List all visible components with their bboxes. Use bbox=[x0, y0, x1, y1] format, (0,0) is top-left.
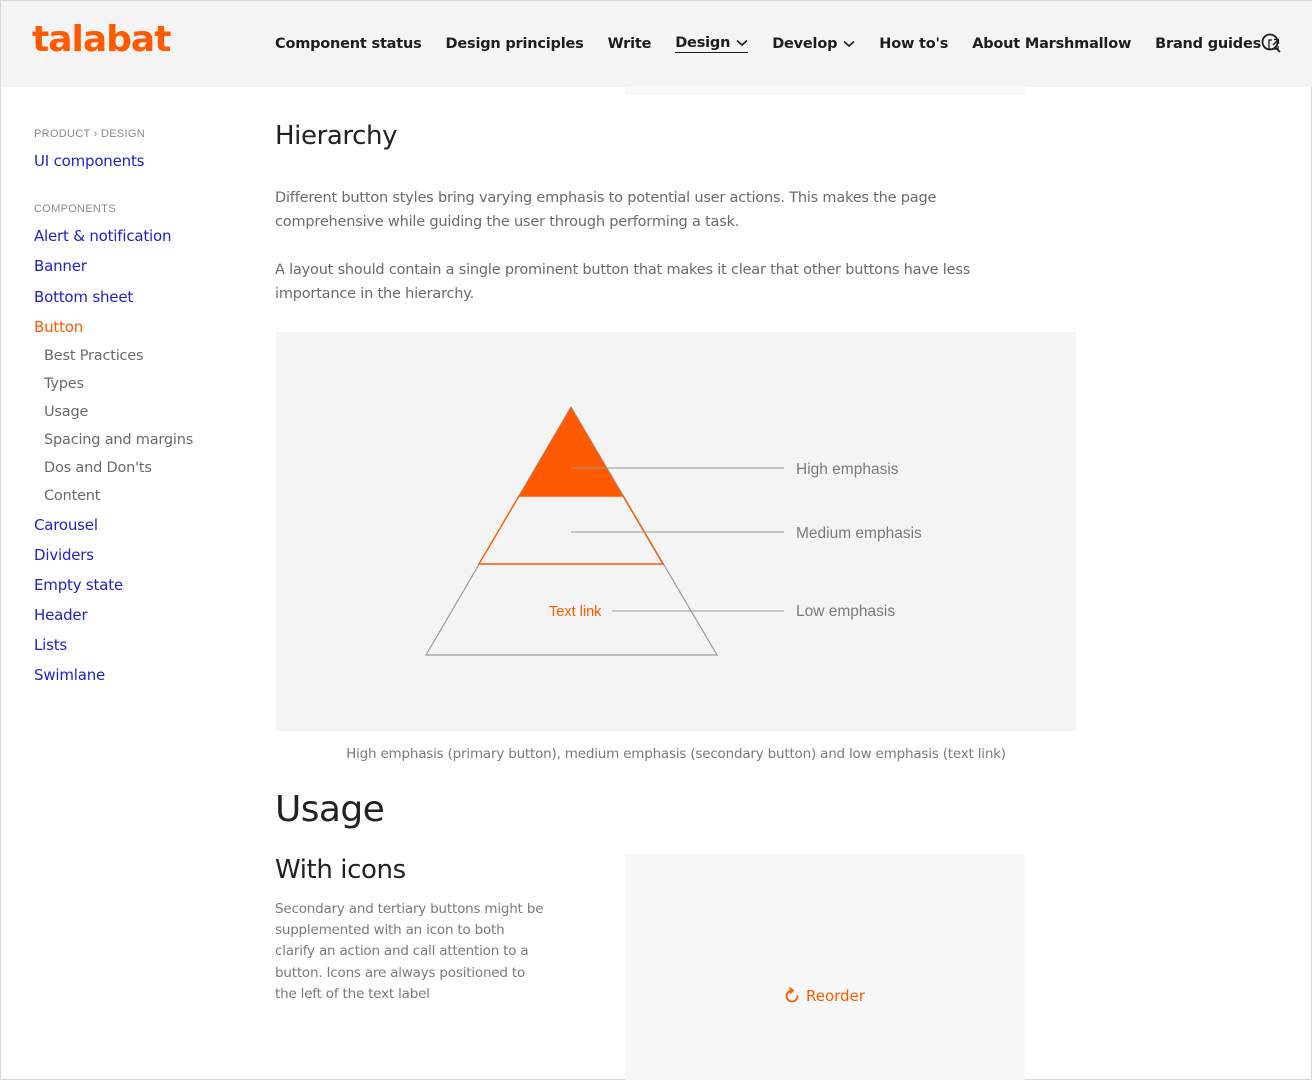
sidebar-item-lists[interactable]: Lists bbox=[34, 636, 67, 654]
label-medium-emphasis: Medium emphasis bbox=[796, 525, 922, 542]
hierarchy-paragraph-2: A layout should contain a single promine… bbox=[275, 262, 971, 302]
nav-label: Develop bbox=[772, 36, 838, 52]
sidebar-item-banner[interactable]: Banner bbox=[34, 257, 87, 275]
sidebar-item-dividers[interactable]: Dividers bbox=[34, 546, 94, 564]
search-icon bbox=[1261, 33, 1281, 53]
main-nav: Component status Design principles Write… bbox=[275, 33, 1304, 55]
talabat-logo[interactable]: talabat bbox=[32, 19, 171, 60]
sidebar-link-ui-components[interactable]: UI components bbox=[34, 152, 144, 170]
nav-component-status[interactable]: Component status bbox=[275, 36, 422, 52]
nav-label: Design principles bbox=[445, 36, 584, 52]
subsection-title-with-icons: With icons bbox=[275, 855, 406, 885]
nav-how-tos[interactable]: How to's bbox=[879, 36, 948, 52]
pyramid-high-tier bbox=[519, 407, 623, 496]
sidebar-subitem-spacing-margins[interactable]: Spacing and margins bbox=[34, 426, 193, 454]
sidebar-item-alert-notification[interactable]: Alert & notification bbox=[34, 227, 171, 245]
nav-label: About Marshmallow bbox=[972, 36, 1132, 52]
sidebar-subitem-usage[interactable]: Usage bbox=[34, 398, 88, 426]
sidebar-breadcrumb: PRODUCT › DESIGN bbox=[34, 128, 145, 140]
sidebar-subitem-best-practices[interactable]: Best Practices bbox=[34, 342, 144, 370]
sidebar-item-bottom-sheet[interactable]: Bottom sheet bbox=[34, 288, 133, 306]
sidebar-subitem-types[interactable]: Types bbox=[34, 370, 84, 398]
nav-develop[interactable]: Develop bbox=[772, 36, 855, 52]
nav-label: Component status bbox=[275, 36, 422, 52]
emphasis-pyramid-figure: High emphasis Medium emphasis Low emphas… bbox=[276, 332, 1076, 731]
sidebar-components-label: COMPONENTS bbox=[34, 203, 116, 215]
nav-label: Design bbox=[675, 35, 731, 51]
chevron-down-icon bbox=[843, 40, 855, 48]
nav-design[interactable]: Design bbox=[675, 35, 749, 53]
sidebar-item-button[interactable]: Button bbox=[34, 318, 83, 336]
with-icons-demo-card bbox=[625, 854, 1025, 1080]
nav-label: Brand guides bbox=[1155, 36, 1262, 52]
sidebar-item-swimlane[interactable]: Swimlane bbox=[34, 666, 105, 684]
figure-caption: High emphasis (primary button), medium e… bbox=[346, 746, 1006, 762]
sidebar-subitem-content[interactable]: Content bbox=[34, 482, 100, 510]
section-title-usage: Usage bbox=[275, 789, 385, 830]
nav-design-principles[interactable]: Design principles bbox=[446, 36, 584, 52]
with-icons-description: Secondary and tertiary buttons might be … bbox=[275, 901, 544, 1002]
sidebar-item-empty-state[interactable]: Empty state bbox=[34, 576, 123, 594]
pyramid-medium-tier bbox=[477, 495, 665, 565]
reorder-label: Reorder bbox=[806, 987, 865, 1005]
nav-label: How to's bbox=[879, 36, 949, 52]
chevron-down-icon bbox=[736, 39, 748, 47]
nav-label: Write bbox=[607, 36, 652, 52]
sidebar-subitem-dos-donts[interactable]: Dos and Don'ts bbox=[34, 454, 152, 482]
label-low-emphasis: Low emphasis bbox=[796, 603, 895, 620]
label-high-emphasis: High emphasis bbox=[796, 461, 899, 478]
nav-about-marshmallow[interactable]: About Marshmallow bbox=[972, 36, 1131, 52]
sidebar-item-header[interactable]: Header bbox=[34, 606, 88, 624]
emphasis-pyramid-diagram: High emphasis Medium emphasis Low emphas… bbox=[424, 405, 922, 656]
section-title-hierarchy: Hierarchy bbox=[275, 121, 398, 151]
search-button[interactable] bbox=[1259, 32, 1283, 56]
refresh-icon bbox=[785, 987, 799, 1003]
label-text-link: Text link bbox=[549, 604, 602, 620]
previous-demo-card bbox=[625, 87, 1025, 95]
hierarchy-paragraph-1: Different button styles bring varying em… bbox=[275, 190, 937, 230]
top-navigation-bar: talabat Component status Design principl… bbox=[1, 1, 1312, 87]
sidebar-item-carousel[interactable]: Carousel bbox=[34, 516, 98, 534]
reorder-button[interactable]: Reorder bbox=[783, 987, 865, 1005]
nav-write[interactable]: Write bbox=[608, 36, 652, 52]
